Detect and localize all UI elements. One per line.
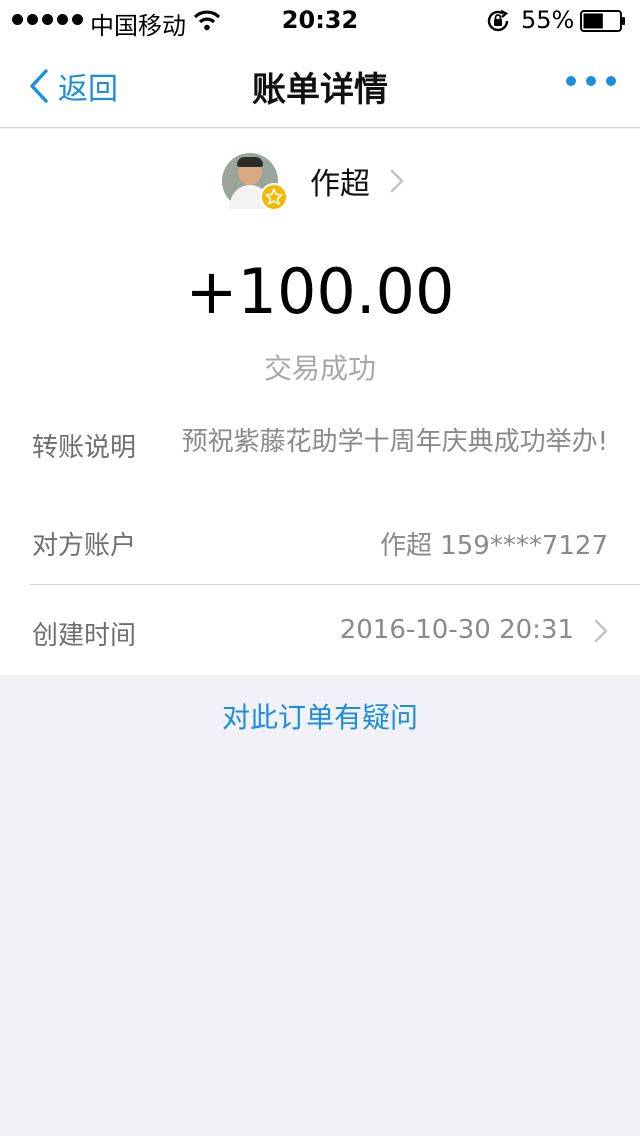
amount: +100.00: [185, 255, 455, 328]
note-value: 预祝紫藤花助学十周年庆典成功举办!: [181, 427, 608, 457]
account-label: 对方账户: [32, 531, 137, 561]
battery-percent: 55%: [521, 6, 575, 34]
time-value: 2016-10-30 20:31: [339, 615, 574, 645]
account-value: 作超 159****7127: [379, 531, 608, 561]
time-label: 创建时间: [32, 621, 137, 651]
star-badge-icon: [260, 183, 288, 211]
orientation-lock-icon: [487, 9, 509, 32]
payee-row[interactable]: 作超: [222, 151, 404, 211]
chevron-right-icon: [390, 169, 404, 193]
payee-name: 作超: [310, 167, 370, 202]
chevron-right-icon: [594, 619, 608, 643]
avatar: [222, 153, 288, 211]
order-question-link[interactable]: 对此订单有疑问: [0, 696, 640, 736]
bill-detail-card: 作超 +100.00 交易成功 转账说明 预祝紫藤花助学十周年庆典成功举办! 对…: [0, 129, 640, 675]
page-title: 账单详情: [252, 70, 388, 110]
created-time-row[interactable]: 创建时间 2016-10-30 20:31: [0, 585, 640, 675]
transaction-status: 交易成功: [263, 352, 376, 385]
note-label: 转账说明: [32, 433, 137, 463]
battery-icon: [580, 10, 625, 32]
navigation-bar: 返回 账单详情: [0, 40, 640, 128]
status-bar: 中国移动 20:32 55%: [0, 0, 640, 40]
more-dots-icon[interactable]: [566, 76, 616, 86]
